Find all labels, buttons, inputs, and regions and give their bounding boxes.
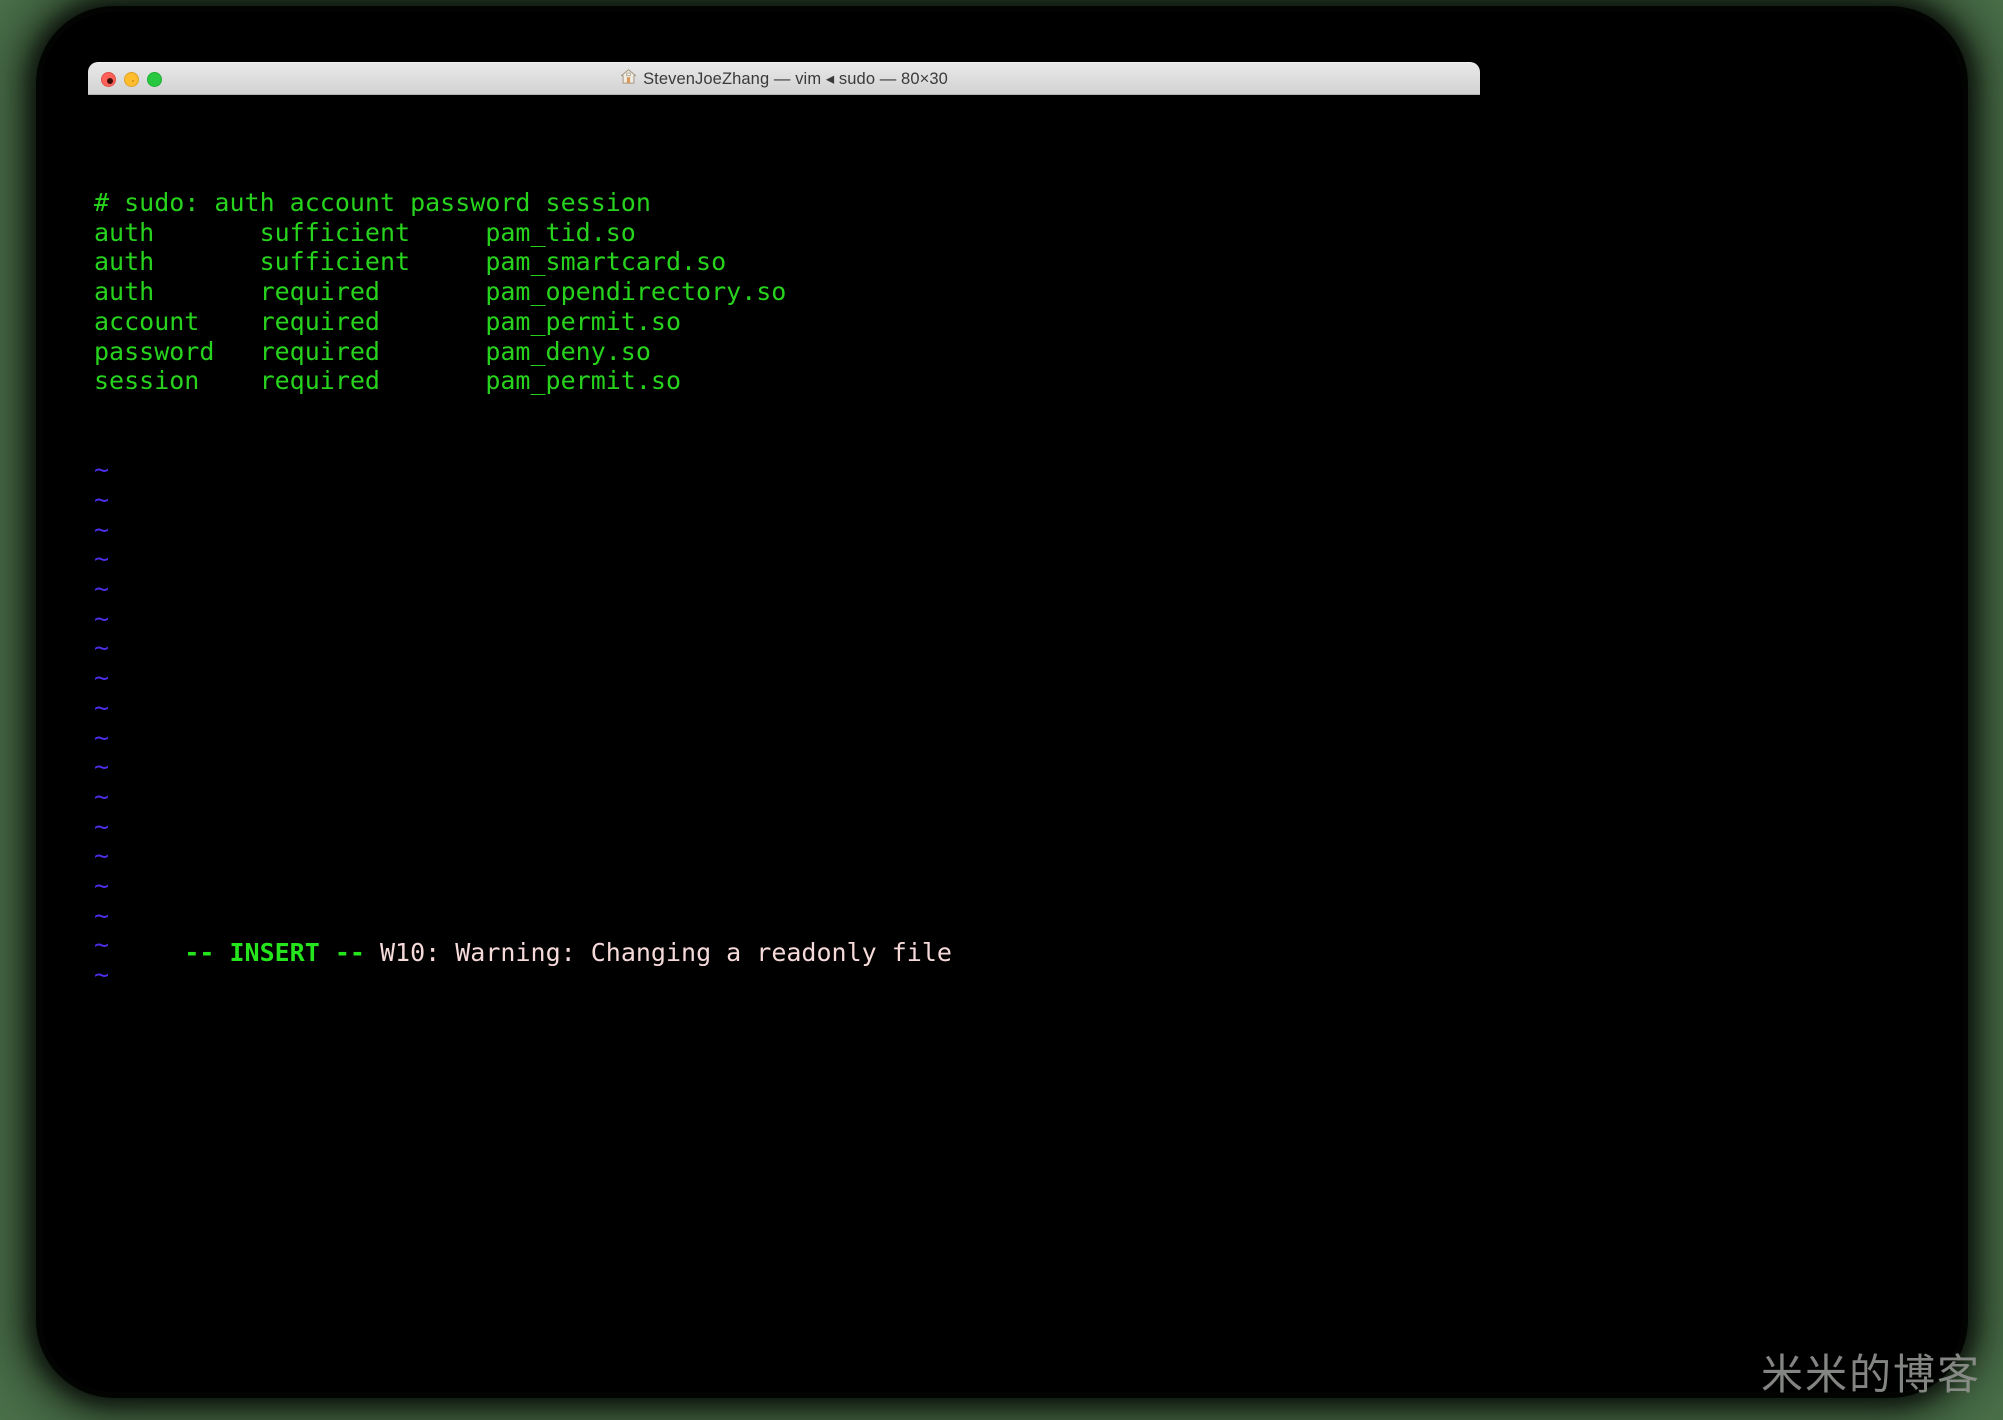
vim-status-line: -- INSERT -- W10: Warning: Changing a re… (88, 908, 952, 997)
terminal-window: StevenJoeZhang — vim ◂ sudo — 80×30 # su… (88, 62, 1480, 1001)
vim-mode-indicator: -- INSERT -- (184, 937, 365, 967)
blog-watermark: 米米的博客 (1760, 1350, 1981, 1399)
window-title-group: StevenJoeZhang — vim ◂ sudo — 80×30 (620, 68, 948, 90)
vim-buffer-line: password required pam_deny.so (94, 336, 651, 366)
maximize-button[interactable] (147, 72, 162, 87)
vim-buffer-line: auth sufficient pam_tid.so (94, 217, 636, 247)
vim-warning-message: W10: Warning: Changing a readonly file (380, 937, 952, 967)
vim-empty-line-marker: ~ (94, 514, 110, 544)
vim-empty-line-marker: ~ (94, 663, 110, 693)
vim-empty-line-marker: ~ (94, 633, 110, 663)
vim-empty-line-marker: ~ (94, 722, 110, 752)
vim-empty-line-marker: ~ (94, 752, 110, 782)
close-button[interactable] (101, 72, 116, 87)
minimize-button[interactable] (124, 72, 139, 87)
vim-empty-line-marker: ~ (94, 870, 110, 900)
title-bar[interactable]: StevenJoeZhang — vim ◂ sudo — 80×30 (88, 62, 1480, 95)
vim-buffer-line: account required pam_permit.so (94, 306, 681, 336)
vim-empty-line-marker: ~ (94, 841, 110, 871)
vim-buffer-line: auth sufficient pam_smartcard.so (94, 247, 727, 277)
vim-buffer-line: auth required pam_opendirectory.so (94, 277, 787, 307)
vim-empty-line-marker: ~ (94, 781, 110, 811)
vim-empty-line-marker: ~ (94, 485, 110, 515)
home-icon (620, 68, 637, 90)
vim-empty-line-marker: ~ (94, 692, 110, 722)
vim-buffer-content[interactable]: # sudo: auth account password session aut… (94, 188, 1480, 396)
vim-empty-line-marker: ~ (94, 574, 110, 604)
window-title-text: StevenJoeZhang — vim ◂ sudo — 80×30 (643, 69, 948, 88)
terminal-screen[interactable]: # sudo: auth account password session aut… (88, 95, 1480, 1000)
vim-empty-line-marker: ~ (94, 603, 110, 633)
vim-empty-line-marker: ~ (94, 455, 110, 485)
traffic-light-group (101, 63, 162, 96)
vim-empty-line-marker: ~ (94, 544, 110, 574)
vim-buffer-line: session required pam_permit.so (94, 366, 681, 396)
vim-empty-line-marker: ~ (94, 811, 110, 841)
vim-buffer-line: # sudo: auth account password session (94, 188, 651, 218)
